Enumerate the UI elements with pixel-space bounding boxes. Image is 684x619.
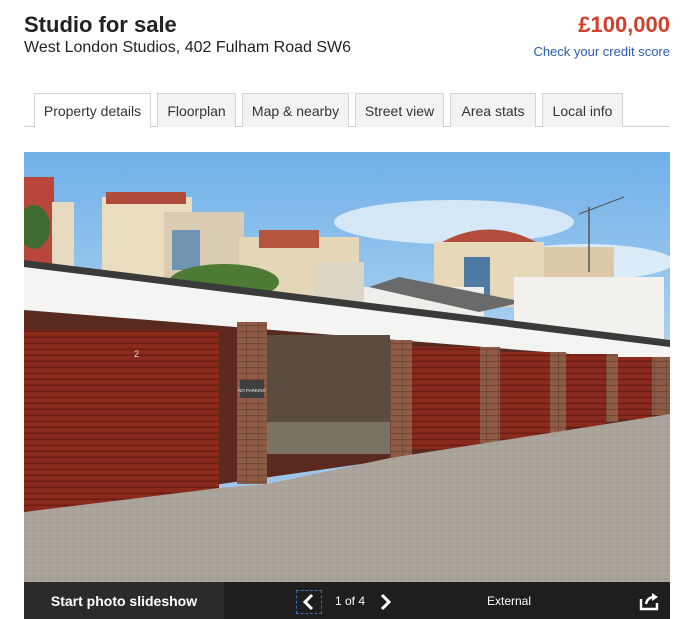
photo-counter: 1 of 4 [334, 594, 366, 608]
garage-door [412, 347, 480, 449]
garages-photo-illustration: NO PARKING 2 [24, 152, 670, 582]
tab-local-info[interactable]: Local info [542, 93, 623, 127]
building-top [106, 192, 186, 204]
tab-floorplan[interactable]: Floorplan [157, 93, 236, 127]
glass [172, 230, 200, 270]
chevron-left-icon[interactable] [296, 590, 322, 614]
property-photo[interactable]: NO PARKING 2 [24, 152, 670, 582]
garage-door [618, 357, 652, 419]
brick-pillar [550, 352, 566, 434]
listing-address: West London Studios, 402 Fulham Road SW6 [24, 39, 351, 56]
property-tabs: Property details Floorplan Map & nearby … [24, 93, 670, 128]
garage-door-number: 2 [134, 349, 139, 359]
chevron-right-icon[interactable] [376, 590, 396, 614]
brick-pillar [390, 340, 412, 458]
garage-door [500, 352, 550, 440]
building-top [259, 230, 319, 248]
credit-score-link[interactable]: Check your credit score [533, 44, 670, 59]
garage-opening-floor [267, 422, 390, 454]
building [52, 202, 74, 267]
garage-door [566, 354, 606, 428]
garage-door [24, 330, 219, 516]
building [314, 262, 364, 302]
listing-price: £100,000 [578, 12, 670, 37]
listing-title: Studio for sale [24, 12, 177, 37]
brick-pillar [606, 354, 618, 422]
start-slideshow-button[interactable]: Start photo slideshow [24, 582, 224, 619]
share-icon[interactable] [638, 590, 660, 612]
tab-street-view[interactable]: Street view [355, 93, 444, 127]
tab-map-nearby[interactable]: Map & nearby [242, 93, 349, 127]
tab-area-stats[interactable]: Area stats [450, 93, 536, 127]
listing-header: Studio for sale West London Studios, 402… [24, 12, 670, 62]
brick-pillar [652, 357, 670, 415]
photo-controls-bar: Start photo slideshow 1 of 4 External [24, 582, 670, 619]
photo-category-label: External [486, 594, 532, 608]
no-parking-sign-text: NO PARKING [238, 388, 266, 393]
brick-pillar [237, 322, 267, 484]
brick-pillar [480, 347, 500, 443]
tab-property-details[interactable]: Property details [34, 93, 151, 128]
